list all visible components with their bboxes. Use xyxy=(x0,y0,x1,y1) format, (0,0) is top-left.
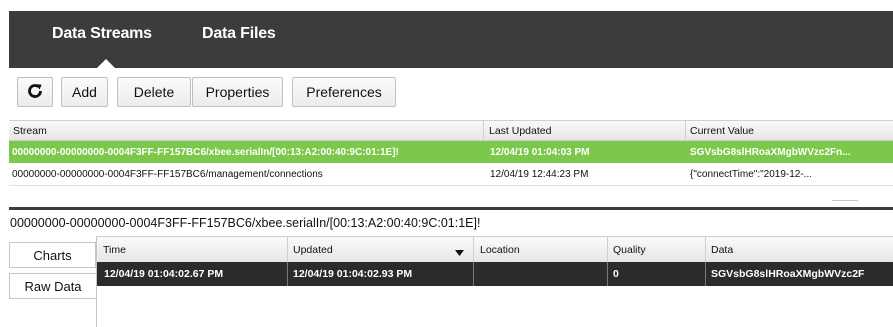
column-separator xyxy=(287,237,288,262)
cell-last-updated: 12/04/19 01:04:03 PM xyxy=(490,147,590,158)
streams-table-header: Stream Last Updated Current Value xyxy=(9,120,893,141)
preferences-button[interactable]: Preferences xyxy=(292,77,396,107)
splitter-grip[interactable] xyxy=(832,200,858,201)
column-header-updated[interactable]: Updated xyxy=(293,244,333,256)
panel-splitter[interactable] xyxy=(9,207,893,210)
top-tab-bar: Data Streams Data Files xyxy=(9,11,893,68)
cell-stream: 00000000-00000000-0004F3FF-FF157BC6/xbee… xyxy=(12,147,399,158)
column-header-current-value[interactable]: Current Value xyxy=(690,125,754,137)
cell-current-value: SGVsbG8slHRoaXMgbWVzc2Fn... xyxy=(690,147,851,158)
detail-stream-title: 00000000-00000000-0004F3FF-FF157BC6/xbee… xyxy=(10,216,481,230)
cell-current-value: {"connectTime":"2019-12-... xyxy=(690,169,813,180)
column-separator xyxy=(705,262,706,286)
refresh-button[interactable] xyxy=(17,77,53,107)
column-separator xyxy=(473,237,474,262)
table-row[interactable]: 00000000-00000000-0004F3FF-FF157BC6/xbee… xyxy=(9,141,893,163)
column-header-quality[interactable]: Quality xyxy=(613,244,646,256)
tab-data-streams[interactable]: Data Streams xyxy=(52,25,152,43)
column-separator xyxy=(287,262,288,286)
cell-updated: 12/04/19 01:04:02.93 PM xyxy=(293,268,413,280)
column-header-data[interactable]: Data xyxy=(711,244,733,256)
column-separator xyxy=(607,237,608,262)
side-tab-raw-data[interactable]: Raw Data xyxy=(9,273,96,299)
active-tab-indicator xyxy=(97,59,115,68)
column-header-last-updated[interactable]: Last Updated xyxy=(489,125,551,137)
refresh-icon xyxy=(26,82,44,103)
cell-last-updated: 12/04/19 12:44:23 PM xyxy=(490,169,589,180)
raw-data-table-header: Time Updated Location Quality Data xyxy=(97,236,893,263)
cell-time: 12/04/19 01:04:02.67 PM xyxy=(104,268,224,280)
cell-quality: 0 xyxy=(613,268,619,280)
delete-button[interactable]: Delete xyxy=(117,77,191,107)
tab-data-files[interactable]: Data Files xyxy=(202,25,276,43)
column-separator xyxy=(483,121,484,140)
properties-button[interactable]: Properties xyxy=(192,77,283,107)
column-separator xyxy=(473,262,474,286)
add-button[interactable]: Add xyxy=(61,77,108,107)
cell-data: SGVsbG8slHRoaXMgbWVzc2F xyxy=(711,268,865,280)
column-header-location[interactable]: Location xyxy=(480,244,520,256)
side-tab-charts[interactable]: Charts xyxy=(9,242,96,268)
column-separator xyxy=(705,237,706,262)
table-row[interactable]: 00000000-00000000-0004F3FF-FF157BC6/mana… xyxy=(9,163,893,186)
column-separator xyxy=(607,262,608,286)
cell-stream: 00000000-00000000-0004F3FF-FF157BC6/mana… xyxy=(12,169,323,180)
column-header-time[interactable]: Time xyxy=(103,244,126,256)
toolbar: Add Delete Properties Preferences xyxy=(9,68,893,120)
column-separator xyxy=(685,121,686,140)
column-header-stream[interactable]: Stream xyxy=(13,125,47,137)
table-row[interactable]: 12/04/19 01:04:02.67 PM 12/04/19 01:04:0… xyxy=(97,262,893,286)
sort-descending-icon[interactable] xyxy=(455,247,464,259)
